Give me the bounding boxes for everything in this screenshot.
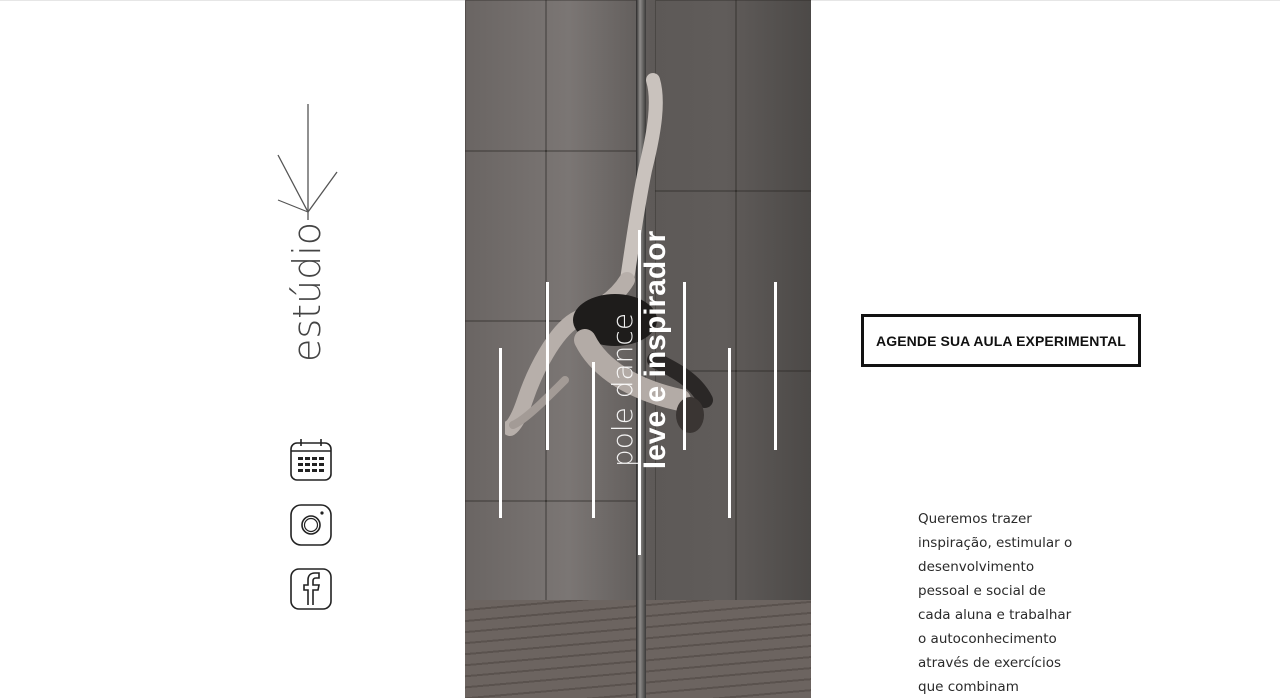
overlay-line [683, 282, 686, 450]
tagline-pole-dance: pole dance [606, 312, 639, 468]
intro-line: cada aluna e trabalhar [918, 607, 1072, 623]
overlay-line [728, 348, 731, 518]
overlay-line [546, 282, 549, 450]
studio-logo-text: estúdio [285, 221, 329, 363]
intro-paragraph: Queremos trazer inspiração, estimular o … [918, 507, 1078, 699]
calendar-icon[interactable] [289, 438, 333, 482]
facebook-icon[interactable] [289, 567, 333, 611]
intro-line: pessoal e social de [918, 583, 1046, 599]
intro-line: inspiração, estimular o [918, 535, 1073, 551]
instagram-icon[interactable] [289, 503, 333, 547]
hero-tagline: pole dance leve e inspirador [606, 230, 673, 509]
intro-line: que combinam [918, 679, 1019, 695]
intro-line: desenvolvimento [918, 559, 1035, 575]
tagline-leve-inspirador: leve e inspirador [639, 230, 672, 470]
intro-line: o autoconhecimento [918, 631, 1057, 647]
overlay-line [592, 362, 595, 518]
overlay-line [499, 348, 502, 518]
overlay-line [774, 282, 777, 450]
intro-line: através de exercícios [918, 655, 1062, 671]
intro-line: Queremos trazer [918, 511, 1032, 527]
schedule-trial-class-button[interactable]: AGENDE SUA AULA EXPERIMENTAL [861, 314, 1141, 367]
